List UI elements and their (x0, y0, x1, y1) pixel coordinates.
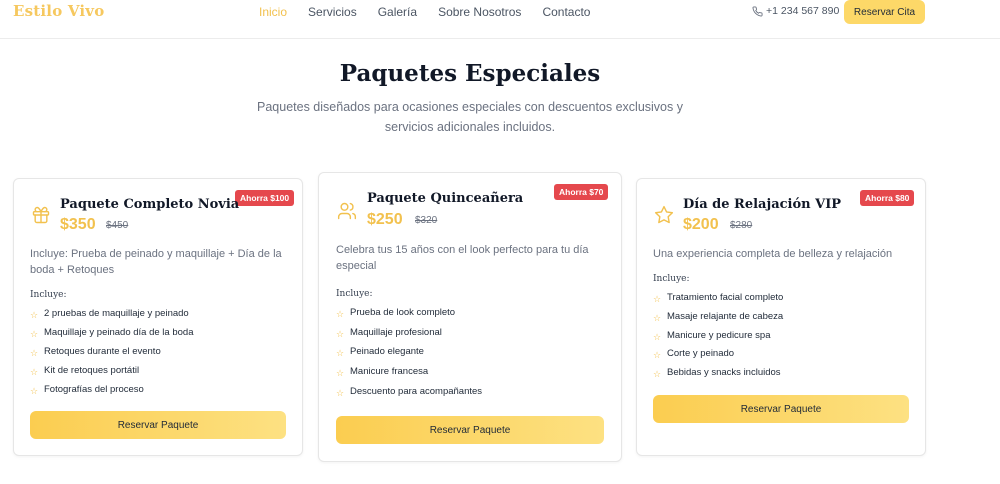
package-card-novia: Ahorra $100 Paquete Completo Novia $350 … (13, 178, 303, 456)
includes-label: Incluye: (336, 289, 373, 299)
list-item: ☆ Retoques durante el evento (30, 344, 292, 363)
feature-list: ☆ Prueba de look completo ☆ Maquillaje pro… (336, 305, 606, 403)
package-old-price: $450 (106, 220, 129, 231)
list-item: ☆ Masaje relajante de cabeza (653, 309, 915, 328)
package-title: Paquete Completo Novia (60, 197, 240, 212)
list-item: ☆ Maquillaje profesional (336, 325, 606, 345)
phone-number: +1 234 567 890 (766, 5, 840, 17)
list-item: ☆ 2 pruebas de maquillaje y peinado (30, 306, 292, 325)
star-icon: ☆ (336, 348, 345, 359)
list-item: ☆ Maquillaje y peinado día de la boda (30, 325, 292, 344)
list-item: ☆ Manicure y pedicure spa (653, 328, 915, 347)
star-icon: ☆ (336, 387, 345, 398)
nav-link-servicios[interactable]: Servicios (308, 5, 357, 19)
star-icon: ☆ (653, 294, 662, 304)
phone-icon (752, 5, 763, 16)
section-subtitle: Paquetes diseñados para ocasiones especi… (257, 100, 683, 134)
star-icon: ☆ (336, 328, 345, 339)
list-item: ☆ Descuento para acompañantes (336, 384, 606, 404)
gift-icon (32, 206, 50, 224)
nav-link-inicio[interactable]: Inicio (259, 5, 287, 19)
nav-link-contacto[interactable]: Contacto (542, 5, 590, 19)
package-card-quinceanera: Ahorra $70 Paquete Quinceañera $250 $320… (318, 172, 622, 462)
package-old-price: $320 (415, 215, 438, 226)
list-item: ☆ Kit de retoques portátil (30, 363, 292, 382)
star-icon: ☆ (30, 386, 39, 396)
list-item: ☆ Prueba de look completo (336, 305, 606, 325)
discount-badge: Ahorra $70 (554, 184, 609, 200)
feature-list: ☆ 2 pruebas de maquillaje y peinado ☆ Maqu… (30, 306, 292, 401)
star-outline-icon (654, 205, 674, 224)
list-item: ☆ Manicure francesa (336, 364, 606, 384)
list-item: ☆ Peinado elegante (336, 344, 606, 364)
star-icon: ☆ (30, 348, 39, 358)
reservar-cita-button[interactable]: Reservar Cita (844, 0, 925, 24)
nav-link-sobre-nosotros[interactable]: Sobre Nosotros (438, 5, 521, 19)
includes-label: Incluye: (30, 290, 67, 300)
list-item: ☆ Tratamiento facial completo (653, 290, 915, 309)
star-icon: ☆ (653, 369, 662, 380)
list-item: ☆ Bebidas y snacks incluidos (653, 365, 915, 384)
star-icon: ☆ (336, 368, 345, 379)
package-price: $350 (60, 216, 96, 233)
star-icon: ☆ (653, 331, 662, 342)
list-item: ☆ Fotografías del proceso (30, 382, 292, 401)
section-title: Paquetes Especiales (339, 60, 601, 87)
reservar-paquete-button[interactable]: Reservar Paquete (653, 395, 909, 423)
reservar-paquete-button[interactable]: Reservar Paquete (336, 416, 604, 444)
discount-badge: Ahorra $80 (860, 190, 915, 206)
star-icon: ☆ (30, 367, 39, 377)
star-icon: ☆ (30, 329, 39, 339)
star-icon: ☆ (336, 309, 345, 319)
package-old-price: $280 (730, 220, 753, 231)
package-title: Día de Relajación VIP (683, 197, 842, 212)
feature-list: ☆ Tratamiento facial completo ☆ Masaje rel… (653, 290, 915, 384)
reservar-paquete-button[interactable]: Reservar Paquete (30, 411, 286, 439)
package-price: $200 (683, 216, 719, 233)
package-description: Incluye: Prueba de peinado y maquillaje … (30, 248, 282, 276)
package-title: Paquete Quinceañera (367, 191, 524, 206)
package-description: Celebra tus 15 años con el look perfecto… (336, 244, 589, 272)
star-icon: ☆ (30, 310, 39, 320)
nav-link-galeria[interactable]: Galería (378, 5, 417, 19)
package-price: $250 (367, 211, 403, 228)
star-icon: ☆ (653, 312, 662, 323)
users-icon (337, 202, 357, 220)
brand-logo[interactable]: Estilo Vivo (13, 2, 104, 20)
star-icon: ☆ (653, 350, 662, 361)
list-item: ☆ Corte y peinado (653, 346, 915, 365)
main-nav: Inicio Servicios Galería Sobre Nosotros … (259, 5, 590, 19)
phone-contact[interactable]: +1 234 567 890 (752, 5, 839, 17)
includes-label: Incluye: (653, 274, 690, 284)
top-navbar: Estilo Vivo Inicio Servicios Galería Sob… (0, 0, 1000, 39)
package-description: Una experiencia completa de belleza y re… (653, 248, 893, 260)
discount-badge: Ahorra $100 (235, 190, 295, 206)
package-card-relajacion-vip: Ahorra $80 Día de Relajación VIP $200 $2… (636, 178, 926, 456)
